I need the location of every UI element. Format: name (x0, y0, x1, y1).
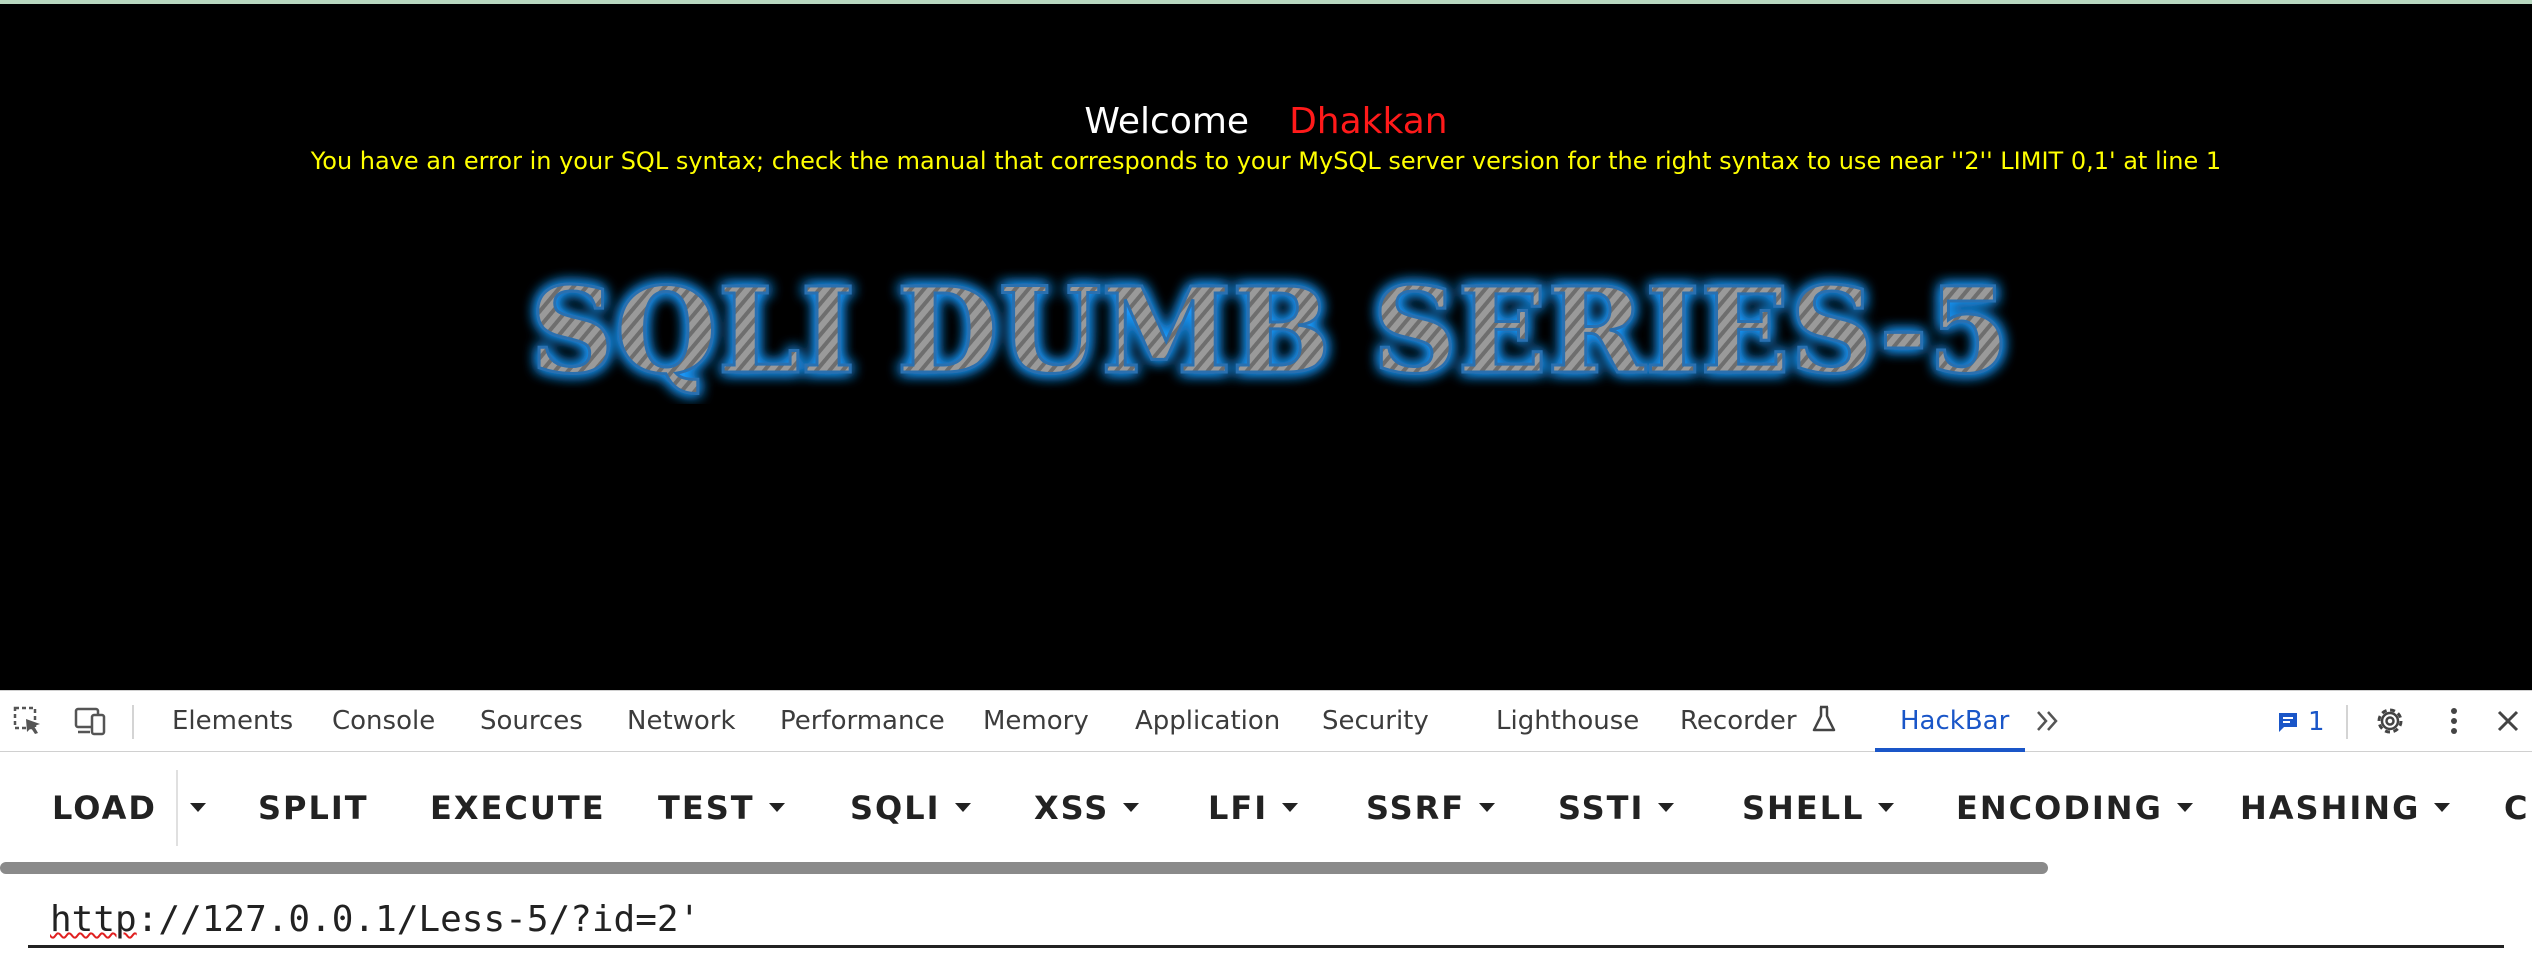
shell-label: SHELL (1742, 789, 1865, 827)
tab-application[interactable]: Application (1135, 691, 1280, 751)
ssti-menu-button[interactable]: SSTI (1558, 780, 1675, 836)
ssrf-menu-button[interactable]: SSRF (1366, 780, 1496, 836)
xss-label: XSS (1034, 789, 1110, 827)
issues-badge[interactable]: 1 (2276, 705, 2325, 739)
test-menu-button[interactable]: TEST (658, 780, 785, 836)
tab-sources[interactable]: Sources (480, 691, 583, 751)
tab-memory[interactable]: Memory (983, 691, 1089, 751)
caret-down-icon (1123, 802, 1140, 812)
tab-performance[interactable]: Performance (780, 691, 945, 751)
sql-error-message: You have an error in your SQL syntax; ch… (310, 147, 2222, 175)
chevron-double-right-icon[interactable] (2030, 703, 2066, 739)
issues-count: 1 (2308, 707, 2325, 737)
hackbar-panel: LOAD SPLIT EXECUTE TEST SQLI XSS LFI SSR… (0, 752, 2532, 962)
welcome-line: Welcome Dhakkan (0, 100, 2532, 144)
tab-recorder-label: Recorder (1680, 706, 1797, 736)
toolbar-scrollbar[interactable] (0, 862, 2048, 874)
caret-down-icon (190, 802, 206, 812)
hackbar-toolbar: LOAD SPLIT EXECUTE TEST SQLI XSS LFI SSR… (0, 752, 2532, 862)
hashing-label: HASHING (2240, 789, 2421, 827)
caret-down-icon (1282, 802, 1299, 812)
ssrf-label: SSRF (1366, 789, 1466, 827)
devtools-tab-bar: Elements Console Sources Network Perform… (0, 690, 2532, 752)
xss-menu-button[interactable]: XSS (1034, 780, 1140, 836)
execute-button[interactable]: EXECUTE (430, 780, 606, 836)
flask-icon (1812, 705, 1836, 731)
close-icon[interactable] (2490, 703, 2526, 739)
banner-image: SQLI DUMB SERIES-5 (520, 254, 2020, 404)
encoding-label: ENCODING (1956, 789, 2163, 827)
caret-down-icon (1658, 802, 1675, 812)
caret-down-icon (1878, 802, 1895, 812)
lfi-label: LFI (1208, 789, 1269, 827)
url-input[interactable]: http://127.0.0.1/Less-5/?id=2' (28, 892, 2504, 948)
caret-down-icon (954, 802, 971, 812)
device-toggle-icon[interactable] (72, 703, 108, 739)
caret-down-icon (2434, 802, 2451, 812)
welcome-label: Welcome (1084, 101, 1250, 142)
caret-down-icon (768, 802, 785, 812)
custom-menu-button[interactable]: CU (2504, 780, 2532, 836)
more-options-icon[interactable] (2436, 703, 2472, 739)
url-path: ://127.0.0.1/Less-5/?id=2' (136, 899, 701, 940)
caret-down-icon (1479, 802, 1496, 812)
load-divider (176, 770, 178, 846)
hashing-menu-button[interactable]: HASHING (2240, 780, 2451, 836)
ssti-label: SSTI (1558, 789, 1645, 827)
tab-hackbar[interactable]: HackBar (1900, 691, 2009, 751)
tab-network[interactable]: Network (627, 691, 736, 751)
tab-security[interactable]: Security (1322, 691, 1429, 751)
tab-elements[interactable]: Elements (172, 691, 293, 751)
encoding-menu-button[interactable]: ENCODING (1956, 780, 2193, 836)
gear-icon[interactable] (2372, 703, 2408, 739)
banner-title: SQLI DUMB SERIES-5 (530, 261, 2010, 400)
test-label: TEST (658, 789, 755, 827)
caret-down-icon (2176, 802, 2193, 812)
toolbar-divider (2346, 705, 2348, 739)
url-scheme: http (50, 899, 137, 940)
page-viewport: Welcome Dhakkan You have an error in your… (0, 0, 2532, 690)
inspect-element-icon[interactable] (10, 703, 46, 739)
lfi-menu-button[interactable]: LFI (1208, 780, 1299, 836)
sqli-label: SQLI (850, 789, 941, 827)
tab-lighthouse[interactable]: Lighthouse (1496, 691, 1639, 751)
browser-window: Welcome Dhakkan You have an error in your… (0, 0, 2532, 962)
tab-console[interactable]: Console (332, 691, 435, 751)
tab-recorder[interactable]: Recorder (1680, 691, 1837, 751)
message-icon (2279, 713, 2297, 732)
split-button[interactable]: SPLIT (258, 780, 369, 836)
toolbar-divider (132, 705, 134, 739)
shell-menu-button[interactable]: SHELL (1742, 780, 1895, 836)
load-dropdown-button[interactable] (190, 780, 206, 836)
sqli-menu-button[interactable]: SQLI (850, 780, 971, 836)
load-button[interactable]: LOAD (52, 780, 157, 836)
user-name: Dhakkan (1289, 101, 1448, 142)
